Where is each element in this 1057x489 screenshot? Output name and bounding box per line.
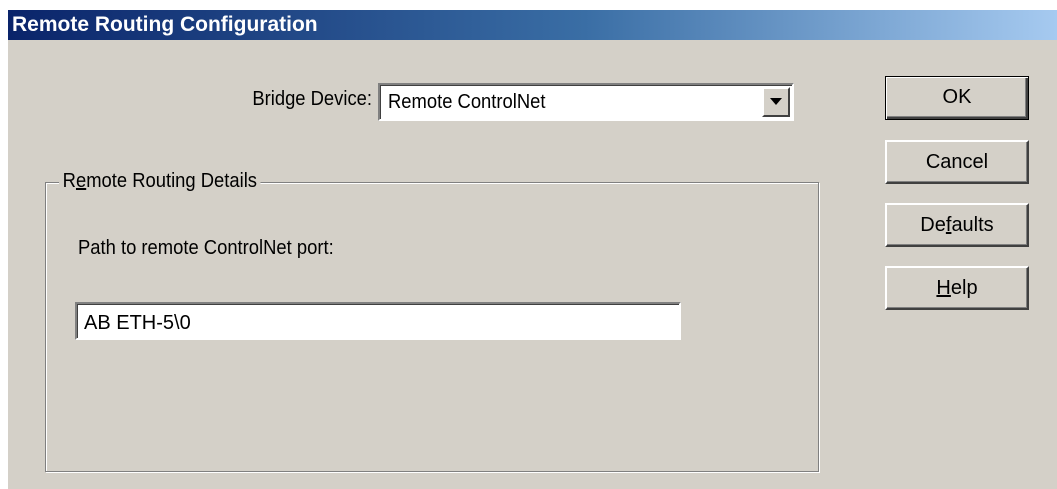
- help-button[interactable]: Help: [885, 266, 1029, 310]
- path-label: Path to remote ControlNet port:: [78, 237, 334, 259]
- defaults-label-end: aults: [951, 214, 994, 236]
- legend-mnemonic: e: [75, 170, 87, 192]
- cancel-button[interactable]: Cancel: [885, 140, 1029, 184]
- bridge-device-select[interactable]: Remote ControlNet: [378, 83, 794, 121]
- path-input[interactable]: [75, 302, 681, 340]
- ok-button[interactable]: OK: [885, 76, 1029, 120]
- remote-routing-dialog: Remote Routing Configuration Bridge Devi…: [8, 10, 1057, 489]
- page-background: [0, 0, 1057, 10]
- legend-text-start: R: [62, 170, 76, 192]
- ok-label: OK: [942, 86, 972, 108]
- chevron-down-icon: [770, 98, 782, 105]
- legend-text-end: mote Routing Details: [86, 170, 258, 192]
- title-bar[interactable]: Remote Routing Configuration: [8, 10, 1057, 40]
- dropdown-button[interactable]: [762, 87, 790, 117]
- help-label-end: elp: [950, 277, 978, 299]
- remote-routing-details-legend: Remote Routing Details: [59, 170, 261, 193]
- help-mnemonic: H: [936, 277, 951, 299]
- bridge-device-label: Bridge Device:: [252, 88, 372, 110]
- defaults-button[interactable]: Defaults: [885, 203, 1029, 247]
- defaults-label-start: De: [920, 214, 946, 236]
- cancel-label: Cancel: [925, 151, 989, 173]
- bridge-device-value: Remote ControlNet: [388, 91, 546, 113]
- window-title: Remote Routing Configuration: [12, 13, 318, 36]
